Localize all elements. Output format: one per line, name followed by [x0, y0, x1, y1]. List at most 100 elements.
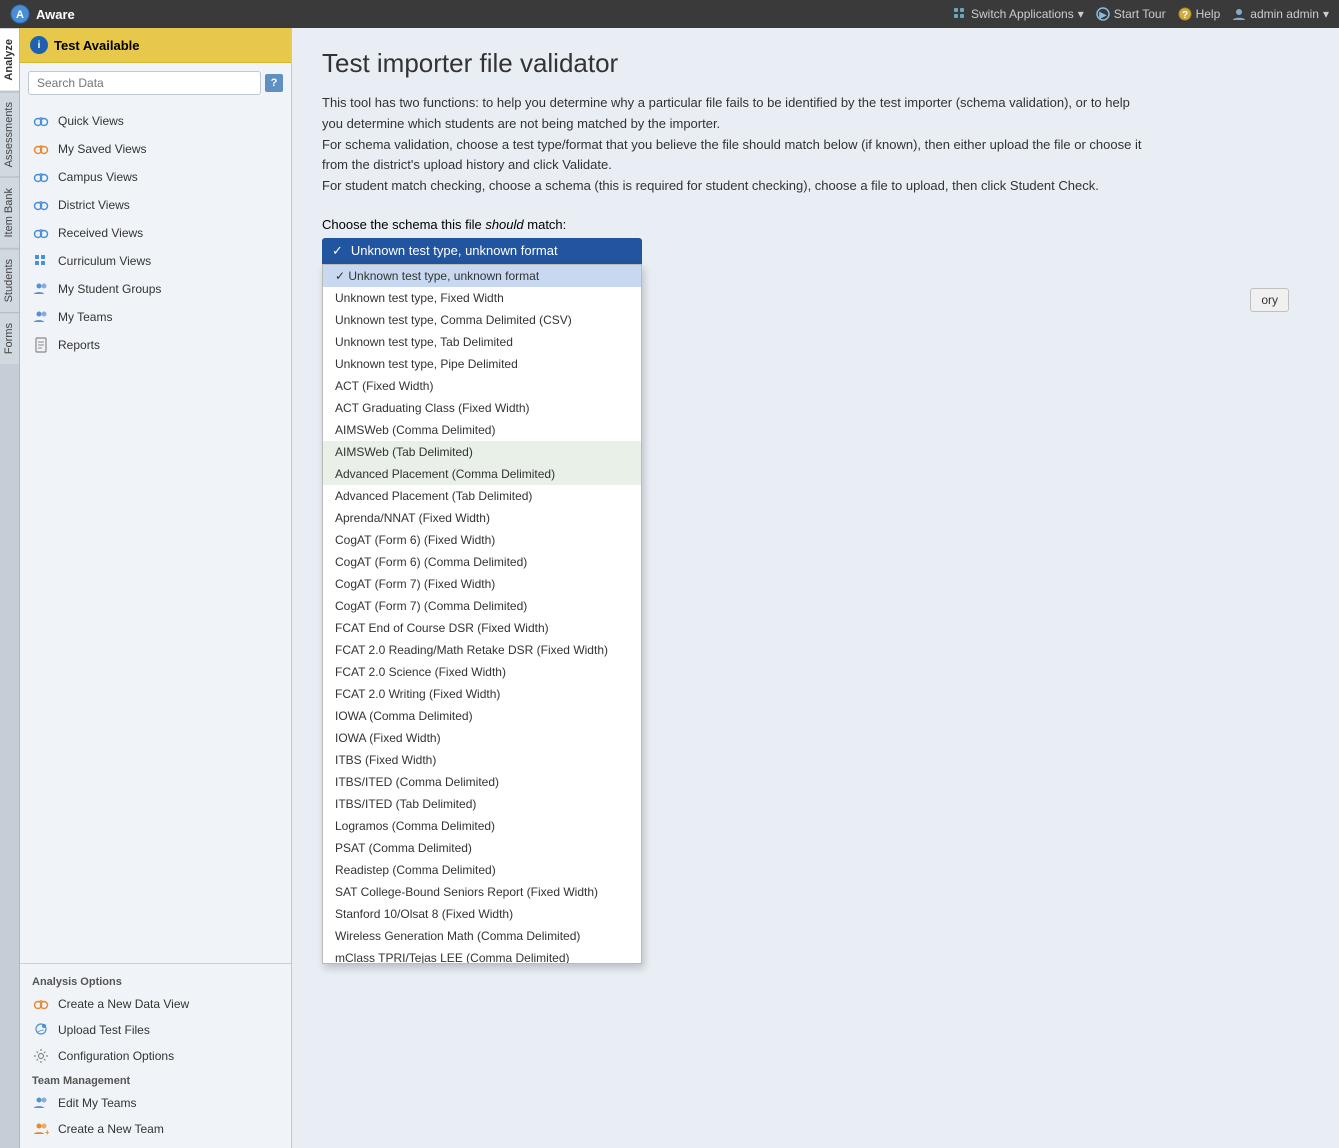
dropdown-item-aimsweb-csv[interactable]: AIMSWeb (Comma Delimited)	[323, 419, 641, 441]
teams-icon	[32, 308, 50, 326]
logo-text: Aware	[36, 7, 75, 22]
dropdown-item-cogat7-fixed[interactable]: CogAT (Form 7) (Fixed Width)	[323, 573, 641, 595]
dropdown-item-unknown-pipe[interactable]: Unknown test type, Pipe Delimited	[323, 353, 641, 375]
sidebar: i Test Available ? Quick Views My Saved …	[20, 28, 292, 1148]
dropdown-item-wireless-gen-math[interactable]: Wireless Generation Math (Comma Delimite…	[323, 925, 641, 947]
dropdown-item-iowa-csv[interactable]: IOWA (Comma Delimited)	[323, 705, 641, 727]
switch-apps-icon	[953, 7, 967, 21]
configuration-options-label: Configuration Options	[58, 1049, 174, 1063]
sidebar-item-quick-views[interactable]: Quick Views	[20, 107, 291, 135]
dropdown-item-mclass-tpri[interactable]: mClass TPRI/Tejas LEE (Comma Delimited)	[323, 947, 641, 964]
search-help-button[interactable]: ?	[265, 74, 283, 92]
campus-views-icon	[32, 168, 50, 186]
create-team-icon: +	[32, 1120, 50, 1138]
config-icon	[32, 1047, 50, 1065]
upload-history-button[interactable]: ory	[1250, 288, 1289, 312]
sidebar-header: i Test Available	[20, 28, 291, 63]
upload-test-files-label: Upload Test Files	[58, 1023, 150, 1037]
dropdown-item-psat-csv[interactable]: PSAT (Comma Delimited)	[323, 837, 641, 859]
sidebar-item-create-data-view[interactable]: Create a New Data View	[20, 991, 291, 1017]
dropdown-item-fcat-science[interactable]: FCAT 2.0 Science (Fixed Width)	[323, 661, 641, 683]
admin-menu[interactable]: admin admin ▾	[1232, 7, 1329, 21]
dropdown-item-cogat6-csv[interactable]: CogAT (Form 6) (Comma Delimited)	[323, 551, 641, 573]
start-tour-button[interactable]: ▶ Start Tour	[1096, 7, 1166, 21]
dropdown-item-aprenda[interactable]: Aprenda/NNAT (Fixed Width)	[323, 507, 641, 529]
dropdown-item-stanford10-fixed[interactable]: Stanford 10/Olsat 8 (Fixed Width)	[323, 903, 641, 925]
dropdown-item-sat-college-bound[interactable]: SAT College-Bound Seniors Report (Fixed …	[323, 881, 641, 903]
edit-my-teams-label: Edit My Teams	[58, 1096, 136, 1110]
dropdown-item-fcat-writing[interactable]: FCAT 2.0 Writing (Fixed Width)	[323, 683, 641, 705]
sidebar-label-my-teams: My Teams	[58, 310, 112, 324]
dropdown-item-fcat-eoc[interactable]: FCAT End of Course DSR (Fixed Width)	[323, 617, 641, 639]
dropdown-item-unknown-unknown[interactable]: ✓ Unknown test type, unknown format	[323, 265, 641, 287]
team-management-label: Team Management	[20, 1069, 291, 1090]
tab-analyze[interactable]: Analyze	[0, 28, 19, 91]
binoculars-icon	[32, 112, 50, 130]
help-icon: ?	[1178, 7, 1192, 21]
schema-dropdown-selected[interactable]: ✓ Unknown test type, unknown format	[322, 238, 642, 264]
sidebar-label-received-views: Received Views	[58, 226, 143, 240]
dropdown-item-unknown-tab[interactable]: Unknown test type, Tab Delimited	[323, 331, 641, 353]
sidebar-item-configuration-options[interactable]: Configuration Options	[20, 1043, 291, 1069]
tab-students[interactable]: Students	[0, 248, 19, 312]
search-input[interactable]	[28, 71, 261, 95]
sidebar-item-campus-views[interactable]: Campus Views	[20, 163, 291, 191]
create-new-team-label: Create a New Team	[58, 1122, 164, 1136]
dropdown-item-itbsited-tab[interactable]: ITBS/ITED (Tab Delimited)	[323, 793, 641, 815]
sidebar-label-curriculum-views: Curriculum Views	[58, 254, 151, 268]
dropdown-item-itbs-fixed[interactable]: ITBS (Fixed Width)	[323, 749, 641, 771]
dropdown-item-ap-tab[interactable]: Advanced Placement (Tab Delimited)	[323, 485, 641, 507]
student-groups-icon	[32, 280, 50, 298]
sidebar-item-create-new-team[interactable]: + Create a New Team	[20, 1116, 291, 1142]
tab-assessments[interactable]: Assessments	[0, 91, 19, 177]
schema-label-em: should	[485, 217, 523, 232]
dropdown-item-readistep-csv[interactable]: Readistep (Comma Delimited)	[323, 859, 641, 881]
sidebar-label-campus-views: Campus Views	[58, 170, 138, 184]
sidebar-item-curriculum-views[interactable]: Curriculum Views	[20, 247, 291, 275]
selected-schema-label: Unknown test type, unknown format	[351, 243, 558, 258]
sidebar-label-reports: Reports	[58, 338, 100, 352]
admin-icon	[1232, 7, 1246, 21]
page-description: This tool has two functions: to help you…	[322, 93, 1142, 197]
desc-line1: This tool has two functions: to help you…	[322, 95, 1130, 131]
dropdown-item-iowa-fixed[interactable]: IOWA (Fixed Width)	[323, 727, 641, 749]
dropdown-item-unknown-csv[interactable]: Unknown test type, Comma Delimited (CSV)	[323, 309, 641, 331]
dropdown-item-act-grad[interactable]: ACT Graduating Class (Fixed Width)	[323, 397, 641, 419]
switch-applications-button[interactable]: Switch Applications ▾	[953, 7, 1084, 21]
dropdown-item-act-fixed[interactable]: ACT (Fixed Width)	[323, 375, 641, 397]
header-info-icon: i	[30, 36, 48, 54]
dropdown-item-fcat-retake[interactable]: FCAT 2.0 Reading/Math Retake DSR (Fixed …	[323, 639, 641, 661]
sidebar-item-my-teams[interactable]: My Teams	[20, 303, 291, 331]
sidebar-label-my-student-groups: My Student Groups	[58, 282, 161, 296]
schema-dropdown-list[interactable]: ✓ Unknown test type, unknown format Unkn…	[322, 264, 642, 964]
dropdown-item-ap-csv[interactable]: Advanced Placement (Comma Delimited)	[323, 463, 641, 485]
sidebar-nav: Quick Views My Saved Views Campus Views	[20, 103, 291, 363]
dropdown-item-aimsweb-tab[interactable]: AIMSWeb (Tab Delimited)	[323, 441, 641, 463]
sidebar-item-my-student-groups[interactable]: My Student Groups	[20, 275, 291, 303]
dropdown-item-logramos-csv[interactable]: Logramos (Comma Delimited)	[323, 815, 641, 837]
sidebar-item-upload-test-files[interactable]: Upload Test Files	[20, 1017, 291, 1043]
sidebar-item-edit-my-teams[interactable]: Edit My Teams	[20, 1090, 291, 1116]
help-button[interactable]: ? Help	[1178, 7, 1221, 21]
tab-forms[interactable]: Forms	[0, 312, 19, 364]
tour-icon: ▶	[1096, 7, 1110, 21]
tab-item-bank[interactable]: Item Bank	[0, 177, 19, 248]
svg-text:▶: ▶	[1099, 10, 1107, 21]
topbar: A Aware Switch Applications ▾ ▶ Start To…	[0, 0, 1339, 28]
main-content: Test importer file validator This tool h…	[292, 28, 1339, 1148]
dropdown-item-itbsited-csv[interactable]: ITBS/ITED (Comma Delimited)	[323, 771, 641, 793]
sidebar-item-my-saved-views[interactable]: My Saved Views	[20, 135, 291, 163]
sidebar-item-reports[interactable]: Reports	[20, 331, 291, 359]
dropdown-item-cogat7-csv[interactable]: CogAT (Form 7) (Comma Delimited)	[323, 595, 641, 617]
sidebar-item-district-views[interactable]: District Views	[20, 191, 291, 219]
sidebar-label-district-views: District Views	[58, 198, 130, 212]
curriculum-views-icon	[32, 252, 50, 270]
sidebar-item-received-views[interactable]: Received Views	[20, 219, 291, 247]
svg-text:A: A	[16, 9, 24, 21]
edit-teams-icon	[32, 1094, 50, 1112]
analysis-options-label: Analysis Options	[20, 970, 291, 991]
dropdown-item-cogat6-fixed[interactable]: CogAT (Form 6) (Fixed Width)	[323, 529, 641, 551]
upload-icon	[32, 1021, 50, 1039]
dropdown-item-unknown-fixed[interactable]: Unknown test type, Fixed Width	[323, 287, 641, 309]
app-layout: Analyze Assessments Item Bank Students F…	[0, 28, 1339, 1148]
